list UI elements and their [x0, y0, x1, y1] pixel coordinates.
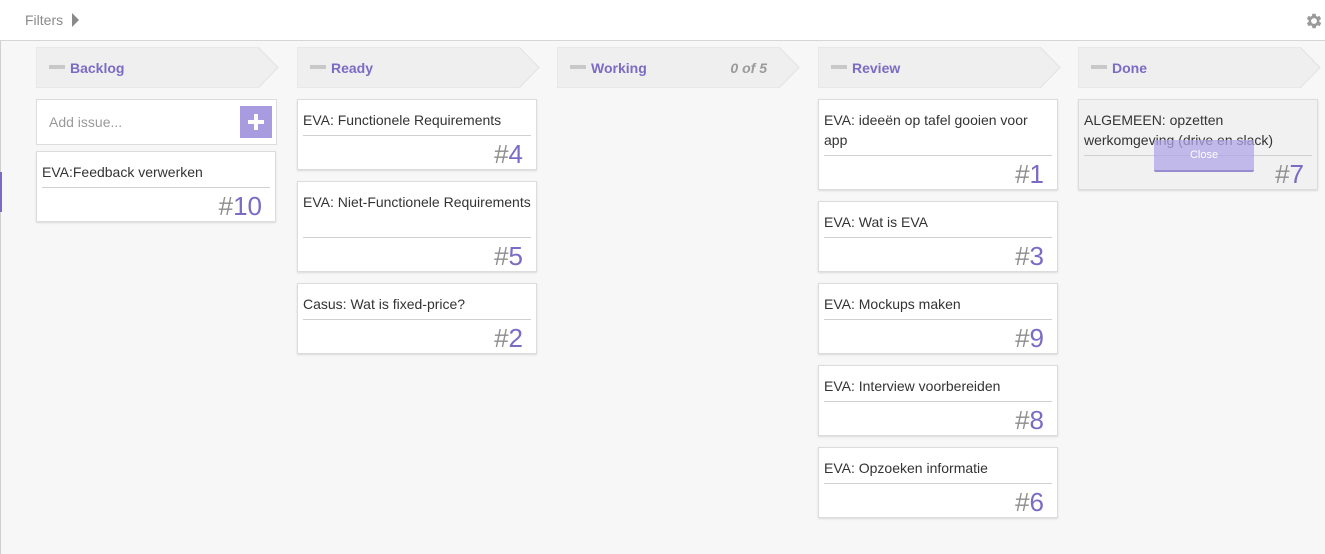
card-divider: [824, 401, 1052, 402]
column-title: Ready: [331, 60, 374, 76]
column-header-working[interactable]: Working 0 of 5: [557, 47, 800, 88]
issue-card[interactable]: EVA: Functionele Requirements #4: [297, 99, 537, 170]
card-number: #6: [1015, 487, 1044, 517]
collapse-icon[interactable]: [310, 65, 326, 69]
card-title: EVA: Functionele Requirements: [303, 112, 502, 128]
card-divider: [303, 237, 531, 238]
card-number: #1: [1015, 159, 1044, 189]
column-header-ready[interactable]: Ready: [297, 47, 540, 88]
left-edge: [0, 41, 2, 554]
card-divider: [824, 319, 1052, 320]
card-title: EVA: ideeën op tafel gooien voor app: [824, 112, 1028, 148]
card-divider: [824, 483, 1052, 484]
collapse-icon[interactable]: [570, 65, 586, 69]
card-title: EVA: Mockups maken: [824, 296, 961, 312]
add-issue-button[interactable]: [240, 106, 272, 138]
card-title: EVA:Feedback verwerken: [42, 164, 203, 180]
card-title: EVA: Niet-Functionele Requirements: [303, 194, 531, 210]
card-title: EVA: Interview voorbereiden: [824, 378, 1001, 394]
card-number: #7: [1275, 159, 1304, 189]
issue-card[interactable]: Casus: Wat is fixed-price? #2: [297, 283, 537, 354]
issue-card[interactable]: EVA: Interview voorbereiden #8: [818, 365, 1058, 436]
wip-limit: 0 of 5: [730, 60, 767, 76]
card-number: #8: [1015, 405, 1044, 435]
gear-icon[interactable]: [1304, 11, 1324, 31]
issue-card[interactable]: EVA: Opzoeken informatie #6: [818, 447, 1058, 518]
column-title: Backlog: [70, 60, 125, 76]
column-done: Done ALGEMEEN: opzetten werkomgeving (dr…: [1078, 47, 1321, 190]
card-title: EVA: Wat is EVA: [824, 214, 928, 230]
card-divider: [303, 319, 531, 320]
collapse-icon[interactable]: [49, 65, 65, 69]
card-divider: [303, 135, 531, 136]
column-header-review[interactable]: Review: [818, 47, 1061, 88]
card-number: #9: [1015, 323, 1044, 353]
close-button[interactable]: Close: [1154, 140, 1254, 172]
collapse-icon[interactable]: [1091, 65, 1107, 69]
card-number: #5: [494, 241, 523, 271]
card-title: EVA: Opzoeken informatie: [824, 460, 988, 476]
card-number: #10: [218, 191, 262, 221]
caret-right-icon: [72, 13, 80, 27]
issue-card[interactable]: EVA: Wat is EVA #3: [818, 201, 1058, 272]
card-divider: [42, 187, 270, 188]
issue-card[interactable]: EVA: Niet-Functionele Requirements #5: [297, 181, 537, 272]
card-title: Casus: Wat is fixed-price?: [303, 296, 466, 312]
column-working: Working 0 of 5: [557, 47, 800, 88]
collapse-icon[interactable]: [831, 65, 847, 69]
column-title: Done: [1112, 60, 1147, 76]
issue-card[interactable]: EVA: ideeën op tafel gooien voor app #1: [818, 99, 1058, 190]
column-header-done[interactable]: Done: [1078, 47, 1321, 88]
column-backlog: Backlog EVA:Feedback verwerken #10: [36, 47, 279, 222]
card-divider: [824, 155, 1052, 156]
filters-toggle[interactable]: Filters: [25, 12, 80, 28]
column-header-backlog[interactable]: Backlog: [36, 47, 279, 88]
add-issue-input[interactable]: [38, 101, 234, 143]
column-review: Review EVA: ideeën op tafel gooien voor …: [818, 47, 1061, 518]
card-number: #3: [1015, 241, 1044, 271]
card-number: #4: [494, 139, 523, 169]
column-title: Review: [852, 60, 901, 76]
card-number: #2: [494, 323, 523, 353]
add-issue-row: [36, 99, 277, 145]
issue-card[interactable]: EVA: Mockups maken #9: [818, 283, 1058, 354]
card-divider: [824, 237, 1052, 238]
column-ready: Ready EVA: Functionele Requirements #4 E…: [297, 47, 540, 354]
filters-label: Filters: [25, 12, 64, 28]
issue-card[interactable]: EVA:Feedback verwerken #10: [36, 151, 276, 222]
top-bar: Filters: [0, 0, 1325, 41]
column-title: Working: [591, 60, 647, 76]
issue-card[interactable]: ALGEMEEN: opzetten werkomgeving (drive e…: [1078, 99, 1318, 190]
